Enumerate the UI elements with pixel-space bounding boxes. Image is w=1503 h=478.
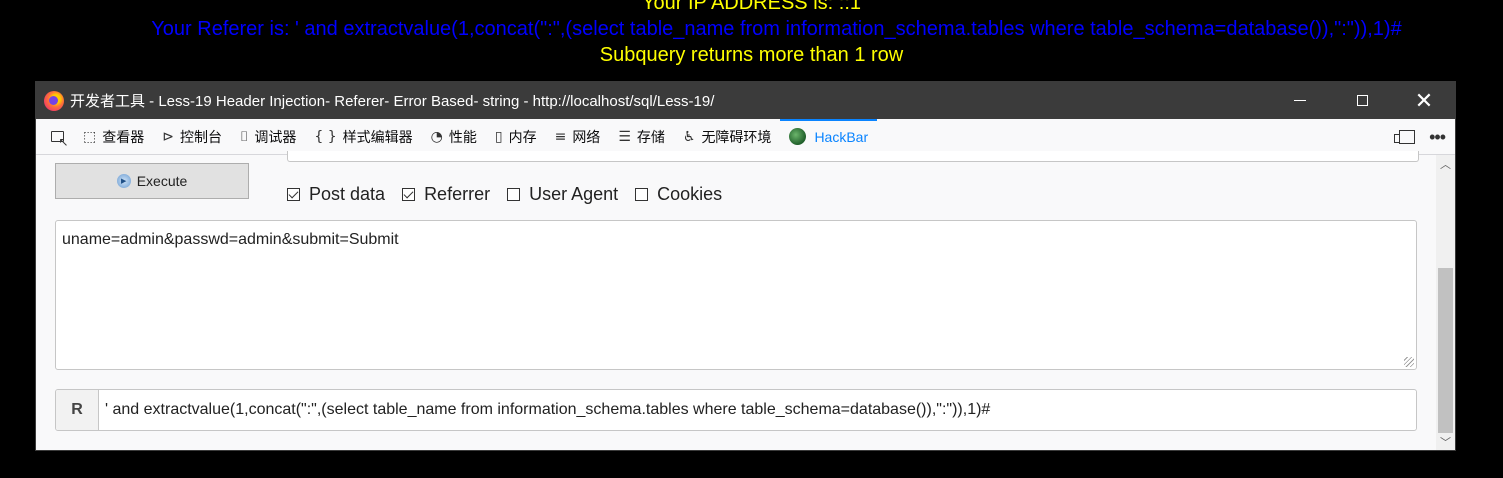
user-agent-option[interactable]: User Agent xyxy=(507,184,618,205)
firefox-logo-icon xyxy=(44,90,64,111)
checkbox-label: Post data xyxy=(309,183,386,204)
post-data-option[interactable]: Post data xyxy=(287,184,385,205)
window-title: 开发者工具 - Less-19 Header Injection- Refere… xyxy=(70,93,715,110)
debugger-icon: ⌷ xyxy=(239,128,249,145)
hackbar-icon xyxy=(789,128,807,145)
tab-label: 调试器 xyxy=(254,128,297,145)
accessibility-icon: ♿ xyxy=(682,128,696,145)
tab-label: 样式编辑器 xyxy=(342,128,413,145)
tab-label: 性能 xyxy=(448,128,477,145)
referer-field: R xyxy=(55,389,1417,431)
tab-debugger[interactable]: ⌷ 调试器 xyxy=(231,119,305,155)
tab-label: 查看器 xyxy=(102,128,145,145)
tab-console[interactable]: ⊳ 控制台 xyxy=(153,119,231,155)
devtools-toolbar: ⬚ 查看器 ⊳ 控制台 ⌷ 调试器 { } 样式编辑器 ◔ 性能 ▯ 内存 ≡ … xyxy=(36,118,1455,155)
scrollbar-thumb[interactable] xyxy=(1438,268,1453,433)
element-picker-icon xyxy=(50,131,69,149)
user-agent-checkbox[interactable] xyxy=(507,187,521,201)
tab-network[interactable]: ≡ 网络 xyxy=(546,119,610,155)
post-data-textarea[interactable]: uname=admin&passwd=admin&submit=Submit xyxy=(55,220,1417,370)
minimize-icon xyxy=(1294,100,1306,101)
execute-label: Execute xyxy=(136,173,188,189)
toolbar-right-controls: ••• xyxy=(1394,119,1446,155)
scroll-up-icon[interactable]: ︿ xyxy=(1436,155,1455,172)
console-icon: ⊳ xyxy=(162,128,174,145)
tab-hackbar[interactable]: HackBar xyxy=(780,118,878,155)
play-icon: ▶ xyxy=(116,174,131,188)
tab-storage[interactable]: ☰ 存储 xyxy=(609,119,674,155)
referer-label: R xyxy=(56,390,99,430)
more-options-icon[interactable]: ••• xyxy=(1429,127,1446,148)
tab-label: 网络 xyxy=(572,128,601,145)
responsive-design-icon[interactable] xyxy=(1394,130,1416,144)
cookies-option[interactable]: Cookies xyxy=(635,184,722,205)
tab-label: 内存 xyxy=(508,128,537,145)
tab-label: 无障碍环境 xyxy=(701,128,772,145)
tab-label: 控制台 xyxy=(179,128,222,145)
url-textarea[interactable] xyxy=(287,151,1419,162)
tab-memory[interactable]: ▯ 内存 xyxy=(486,119,546,155)
tab-label: 存储 xyxy=(636,128,665,145)
execute-button[interactable]: ▶ Execute xyxy=(55,163,249,199)
referrer-option[interactable]: Referrer xyxy=(402,184,490,205)
network-icon: ≡ xyxy=(554,128,567,145)
window-controls: ✕ xyxy=(1269,82,1455,119)
close-icon: ✕ xyxy=(1414,87,1434,113)
inspector-icon: ⬚ xyxy=(83,128,97,145)
referer-input[interactable] xyxy=(99,391,1416,429)
resize-grip-icon[interactable] xyxy=(1404,357,1414,367)
cookies-checkbox[interactable] xyxy=(635,187,649,201)
style-editor-icon: { } xyxy=(314,128,337,145)
close-button[interactable]: ✕ xyxy=(1393,82,1455,119)
tab-inspector[interactable]: ⬚ 查看器 xyxy=(74,119,153,155)
memory-icon: ▯ xyxy=(494,128,503,145)
checkbox-label: User Agent xyxy=(529,183,619,204)
sql-error-line: Subquery returns more than 1 row xyxy=(599,44,904,66)
maximize-icon xyxy=(1356,95,1368,106)
tab-accessibility[interactable]: ♿ 无障碍环境 xyxy=(674,119,781,155)
checkbox-label: Cookies xyxy=(657,183,723,204)
post-data-value: uname=admin&passwd=admin&submit=Submit xyxy=(62,231,399,248)
scroll-down-icon[interactable]: ﹀ xyxy=(1436,433,1455,450)
options-checkboxes: Post data Referrer User Agent Cookies xyxy=(287,183,739,205)
tab-label: HackBar xyxy=(814,128,869,145)
minimize-button[interactable] xyxy=(1269,82,1331,119)
post-data-checkbox[interactable] xyxy=(287,187,300,201)
title-bar[interactable]: 开发者工具 - Less-19 Header Injection- Refere… xyxy=(36,82,1455,119)
referrer-checkbox[interactable] xyxy=(402,187,416,201)
checkbox-label: Referrer xyxy=(424,183,491,204)
element-picker-button[interactable] xyxy=(40,119,74,155)
hackbar-panel: ▶ Execute Post data Referrer User Agent … xyxy=(36,151,1455,450)
vertical-scrollbar[interactable]: ︿ ﹀ xyxy=(1436,155,1455,450)
devtools-window: 开发者工具 - Less-19 Header Injection- Refere… xyxy=(35,81,1456,451)
tab-performance[interactable]: ◔ 性能 xyxy=(422,119,486,155)
performance-icon: ◔ xyxy=(430,128,443,145)
referer-echo-line: Your Referer is: ' and extractvalue(1,co… xyxy=(151,18,1402,40)
maximize-button[interactable] xyxy=(1331,82,1393,119)
ip-address-line: Your IP ADDRESS is: ::1 xyxy=(642,0,861,14)
storage-icon: ☰ xyxy=(618,128,631,145)
tab-style-editor[interactable]: { } 样式编辑器 xyxy=(305,119,421,155)
